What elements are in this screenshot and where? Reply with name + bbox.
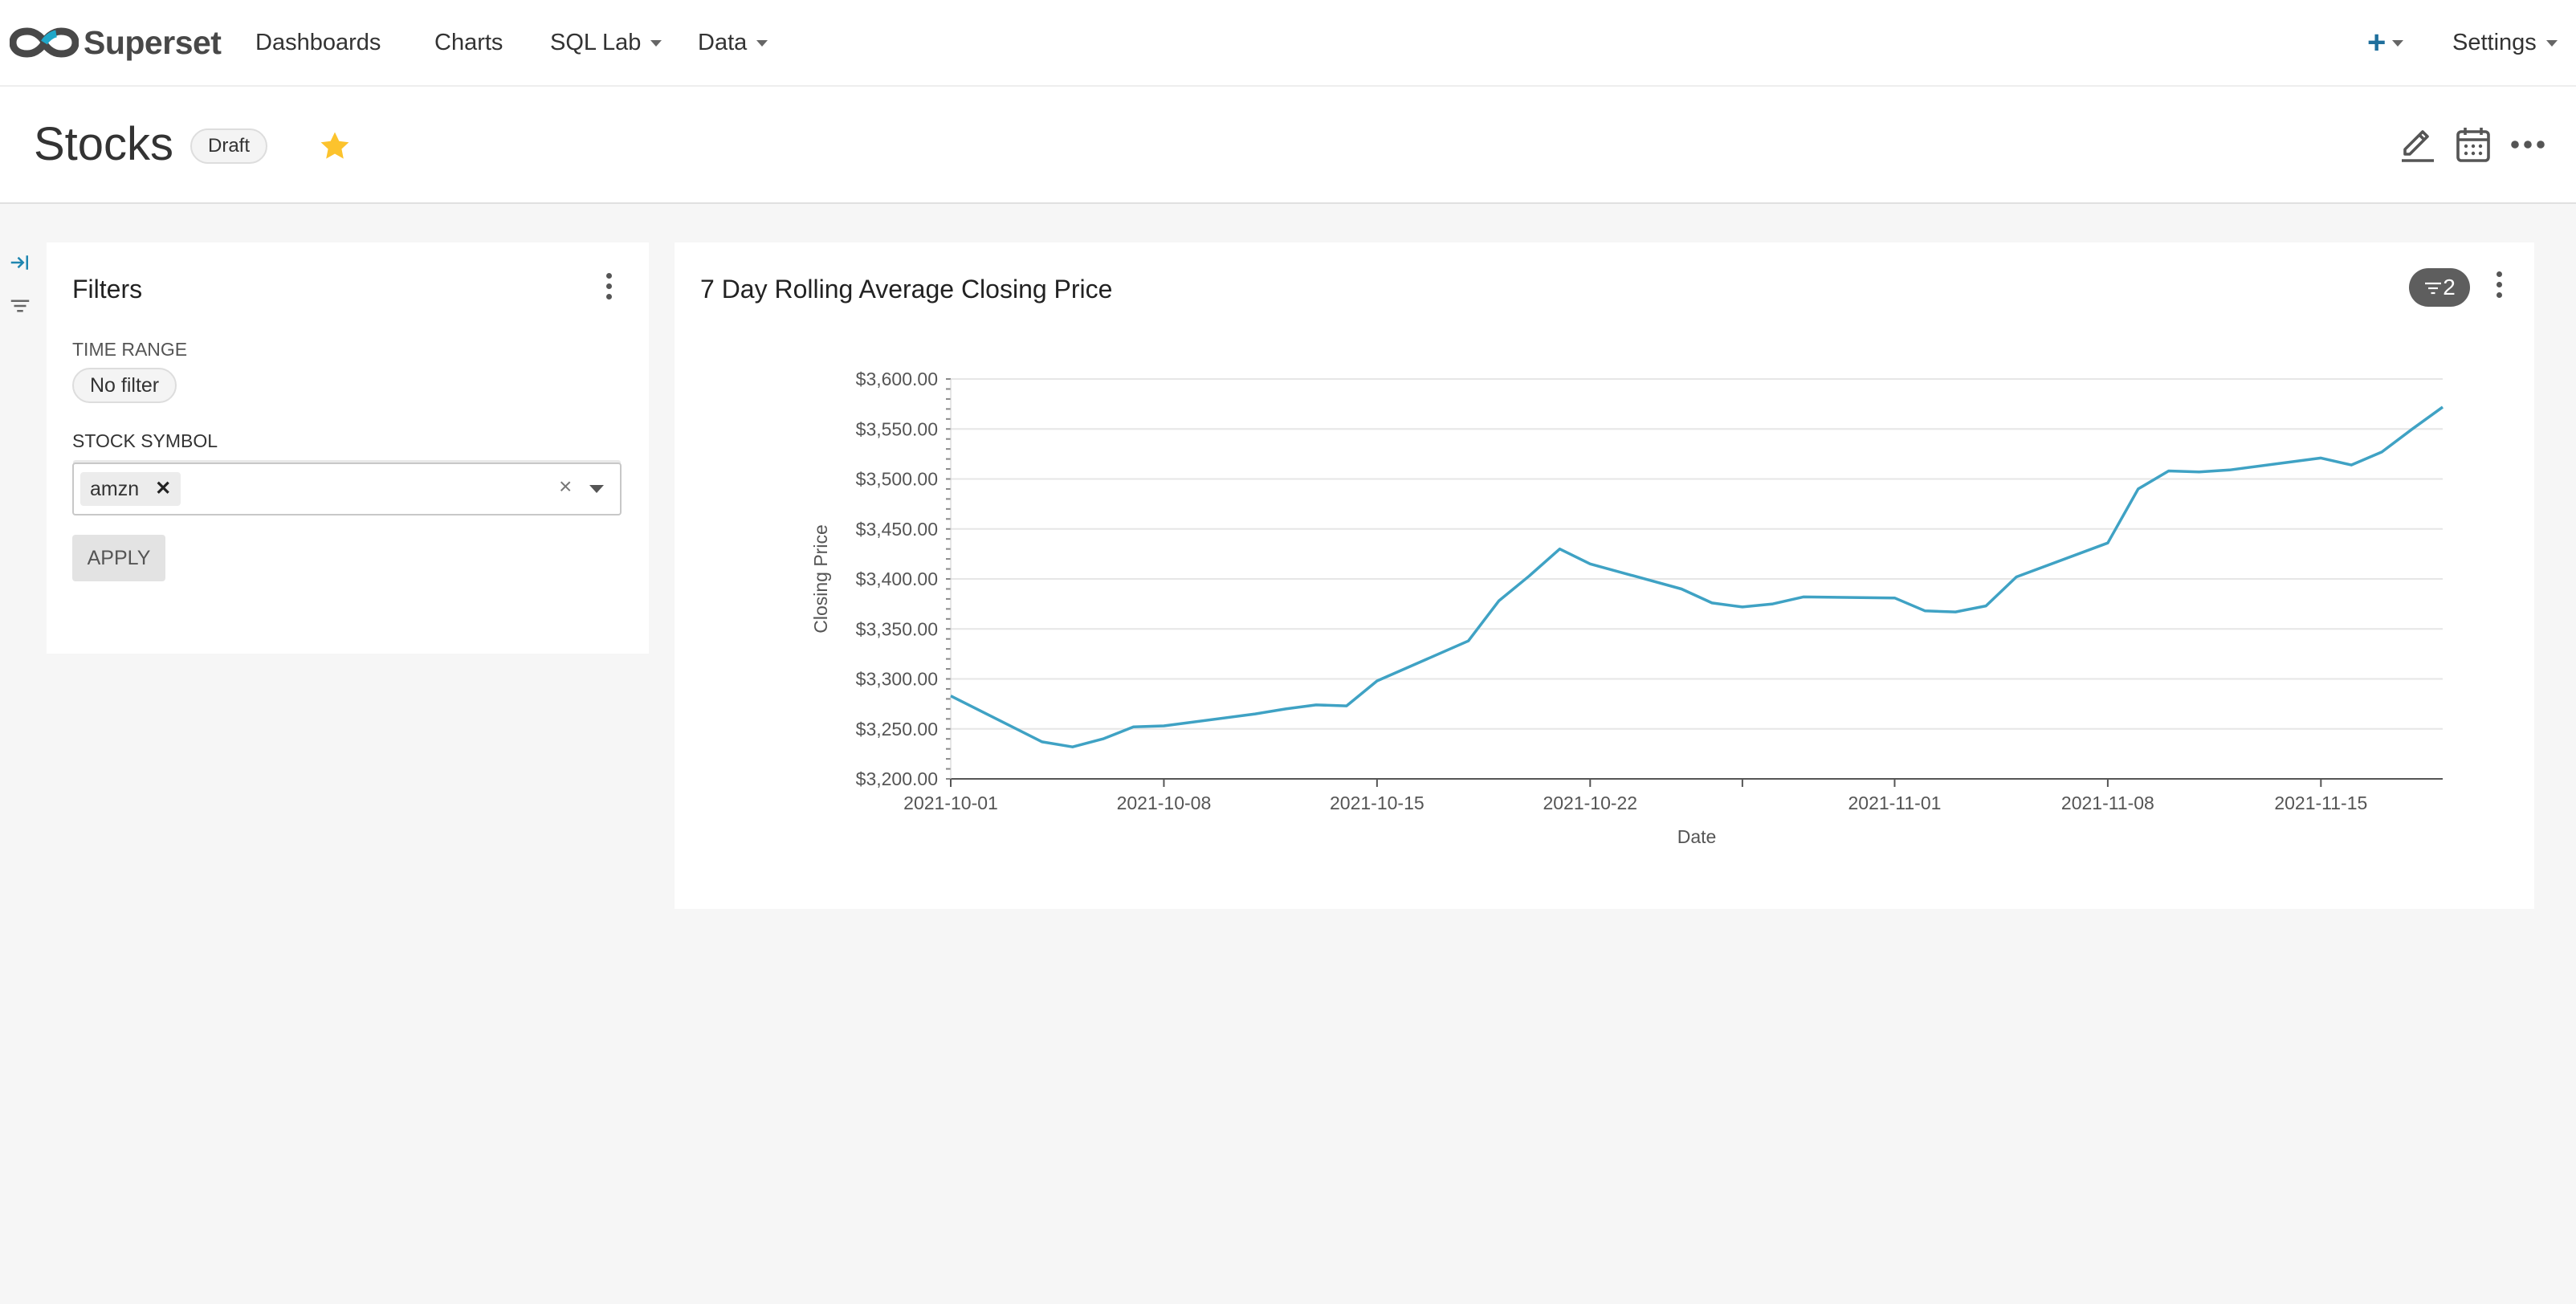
- clear-selection-icon[interactable]: ×: [559, 474, 572, 499]
- caret-down-icon: [2392, 40, 2404, 47]
- nav-dashboards-label: Dashboards: [255, 29, 381, 55]
- y-tick-label: $3,400.00: [856, 568, 938, 589]
- y-tick-label: $3,350.00: [856, 618, 938, 639]
- y-tick-label: $3,450.00: [856, 519, 938, 540]
- remove-tag-icon[interactable]: ✕: [155, 472, 171, 506]
- nav-charts-label: Charts: [434, 29, 503, 55]
- time-range-pill[interactable]: No filter: [72, 368, 177, 403]
- x-tick-label: 2021-10-22: [1543, 793, 1637, 813]
- x-tick-label: 2021-10-08: [1117, 793, 1212, 813]
- nav-data-label: Data: [698, 29, 748, 55]
- brand-logo[interactable]: Superset: [10, 22, 222, 63]
- series-line: [950, 405, 2444, 748]
- stock-symbol-select[interactable]: amzn ✕ ×: [72, 463, 622, 515]
- nav-sql-lab-label: SQL Lab: [550, 29, 642, 55]
- nav-settings-label: Settings: [2452, 29, 2537, 55]
- nav-data[interactable]: Data: [698, 0, 768, 85]
- plus-icon: +: [2367, 25, 2386, 60]
- line-chart: $3,200.00 $3,250.00 $3,300.00 $3,350.00 $3,4…: [810, 369, 2444, 847]
- superset-logo-icon: [10, 27, 79, 58]
- y-tick-label: $3,500.00: [856, 469, 938, 490]
- nav-sql-lab[interactable]: SQL Lab: [550, 0, 662, 85]
- draft-badge: Draft: [190, 128, 268, 164]
- chart-panel: 7 Day Rolling Average Closing Price 2 $3…: [675, 242, 2534, 909]
- top-navbar: Superset Dashboards Charts SQL Lab Data …: [0, 0, 2576, 87]
- nav-dashboards[interactable]: Dashboards: [255, 0, 381, 85]
- nav-settings[interactable]: Settings: [2452, 0, 2558, 85]
- filter-panel: Filters TIME RANGE No filter STOCK SYMBO…: [47, 242, 649, 654]
- x-tick-label: 2021-11-01: [1848, 793, 1941, 813]
- x-tick-label: 2021-11-08: [2061, 793, 2154, 813]
- edit-pencil-icon[interactable]: [2397, 124, 2439, 165]
- x-tick-label: 2021-11-15: [2274, 793, 2367, 813]
- time-range-label: TIME RANGE: [72, 339, 188, 360]
- nav-charts[interactable]: Charts: [434, 0, 503, 85]
- selected-tag: amzn ✕: [80, 472, 181, 506]
- brand-name: Superset: [84, 23, 222, 61]
- x-tick-label: 2021-10-15: [1330, 793, 1425, 813]
- collapse-filters-icon[interactable]: [8, 251, 32, 275]
- caret-down-icon: [650, 40, 662, 47]
- x-tick-label: 2021-10-01: [903, 793, 998, 813]
- dashboard-title[interactable]: Stocks: [34, 117, 173, 171]
- filter-menu-kebab-icon[interactable]: [601, 273, 617, 305]
- more-horizontal-icon[interactable]: [2507, 124, 2549, 165]
- stock-symbol-label: STOCK SYMBOL: [72, 430, 218, 451]
- calendar-icon[interactable]: [2452, 124, 2494, 165]
- y-tick-label: $3,300.00: [856, 669, 938, 690]
- dashboard-header: Stocks Draft: [0, 87, 2576, 204]
- y-tick-label: $3,250.00: [856, 719, 938, 740]
- y-tick-label: $3,550.00: [856, 418, 938, 439]
- new-item-button[interactable]: +: [2367, 0, 2404, 85]
- selected-tag-label: amzn: [90, 478, 140, 500]
- x-axis-title: Date: [1677, 826, 1717, 847]
- y-tick-label: $3,600.00: [856, 369, 938, 389]
- apply-button[interactable]: APPLY: [72, 535, 165, 581]
- filter-panel-title: Filters: [72, 275, 143, 304]
- favorite-star-icon[interactable]: [316, 128, 354, 164]
- y-tick-label: $3,200.00: [856, 768, 938, 789]
- y-axis-title: Closing Price: [810, 524, 831, 634]
- dropdown-arrow-icon[interactable]: [589, 485, 604, 493]
- filter-icon[interactable]: [8, 294, 32, 318]
- caret-down-icon: [2545, 40, 2558, 47]
- caret-down-icon: [756, 40, 768, 47]
